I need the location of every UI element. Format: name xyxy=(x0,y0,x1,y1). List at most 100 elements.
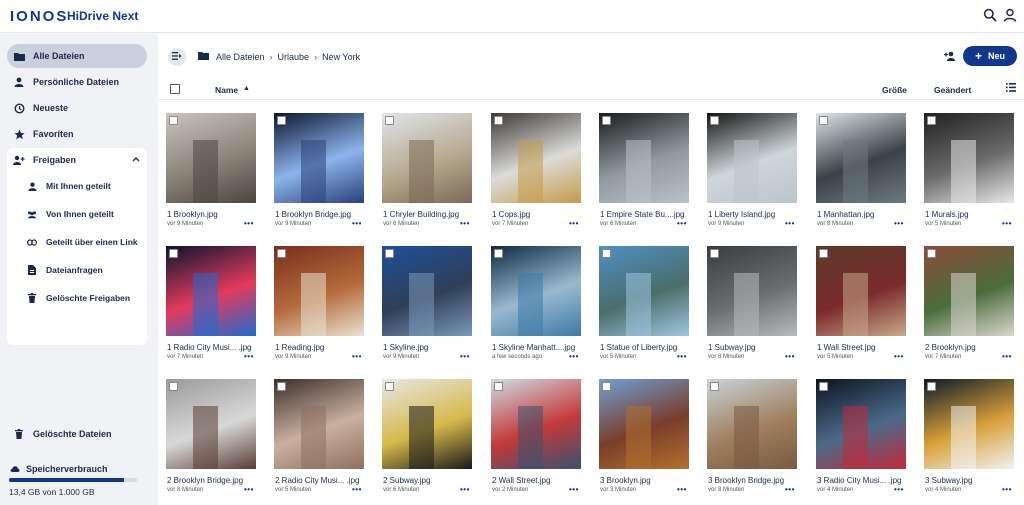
file-thumbnail[interactable] xyxy=(274,113,364,203)
breadcrumb-item[interactable]: New York xyxy=(322,52,360,62)
file-tile[interactable]: 1 Statue of Liberty.jpg vor 5 Minuten ••• xyxy=(591,246,690,368)
file-tile[interactable]: 2 Brooklyn Bridge.jpg vor 8 Minuten ••• xyxy=(158,379,257,501)
file-tile[interactable]: 3 Brooklyn Bridge.jpg vor 8 Minuten ••• xyxy=(699,379,797,501)
file-tile[interactable]: 1 Manhattan.jpg vor 8 Minuten ••• xyxy=(808,113,907,235)
file-name[interactable]: 1 Subway.jpg xyxy=(708,343,798,352)
file-thumbnail[interactable] xyxy=(166,113,256,203)
more-options-icon[interactable]: ••• xyxy=(569,485,579,494)
file-name[interactable]: 1 Statue of Liberty.jpg xyxy=(600,343,690,352)
sidebar-item-deleted-files[interactable]: Gelöschte Dateien xyxy=(7,422,147,446)
file-thumbnail[interactable] xyxy=(599,113,689,203)
file-thumbnail[interactable] xyxy=(816,113,906,203)
more-options-icon[interactable]: ••• xyxy=(352,219,362,228)
column-name[interactable]: Name xyxy=(215,85,238,95)
file-thumbnail[interactable] xyxy=(924,246,1014,336)
sort-ascending-icon[interactable]: ▲ xyxy=(243,85,250,92)
file-thumbnail[interactable] xyxy=(924,113,1014,203)
file-name[interactable]: 1 Brooklyn Bridge.jpg xyxy=(275,210,365,219)
column-modified[interactable]: Geändert xyxy=(934,85,971,95)
file-checkbox[interactable] xyxy=(385,249,394,258)
file-checkbox[interactable] xyxy=(169,116,178,125)
file-thumbnail[interactable] xyxy=(382,379,472,469)
ionos-logo[interactable]: IONOS xyxy=(10,8,68,25)
file-thumbnail[interactable] xyxy=(924,379,1014,469)
more-options-icon[interactable]: ••• xyxy=(460,352,470,361)
file-thumbnail[interactable] xyxy=(382,113,472,203)
new-button[interactable]: + Neu xyxy=(963,46,1017,66)
more-options-icon[interactable]: ••• xyxy=(785,352,795,361)
file-name[interactable]: 3 Subway.jpg xyxy=(925,476,1015,485)
file-name[interactable]: 1 Manhattan.jpg xyxy=(817,210,907,219)
chevron-up-icon[interactable] xyxy=(132,154,140,164)
more-options-icon[interactable]: ••• xyxy=(460,485,470,494)
sidebar-item-personal-files[interactable]: Persönliche Dateien xyxy=(7,70,147,94)
sidebar-item-shared-by-you[interactable]: Von Ihnen geteilt xyxy=(27,204,114,224)
file-name[interactable]: 3 Brooklyn.jpg xyxy=(600,476,690,485)
sidebar-item-shares[interactable]: Freigaben xyxy=(7,148,147,172)
file-thumbnail[interactable] xyxy=(707,113,797,203)
column-size[interactable]: Größe xyxy=(882,85,907,95)
file-checkbox[interactable] xyxy=(602,249,611,258)
file-checkbox[interactable] xyxy=(494,382,503,391)
file-tile[interactable]: 1 Brooklyn Bridge.jpg vor 9 Minuten ••• xyxy=(266,113,365,235)
file-checkbox[interactable] xyxy=(277,116,286,125)
file-name[interactable]: 1 Radio City Musi... .jpg xyxy=(167,343,257,352)
file-thumbnail[interactable] xyxy=(816,379,906,469)
file-thumbnail[interactable] xyxy=(274,246,364,336)
more-options-icon[interactable]: ••• xyxy=(677,219,687,228)
file-thumbnail[interactable] xyxy=(707,246,797,336)
file-checkbox[interactable] xyxy=(710,116,719,125)
file-name[interactable]: 1 Empire State Bu....jpg xyxy=(600,210,690,219)
more-options-icon[interactable]: ••• xyxy=(894,219,904,228)
file-thumbnail[interactable] xyxy=(491,379,581,469)
file-thumbnail[interactable] xyxy=(166,246,256,336)
file-tile[interactable]: 1 Chryler Building.jpg vor 6 Minuten ••• xyxy=(374,113,473,235)
share-add-person-icon[interactable] xyxy=(944,51,956,63)
file-checkbox[interactable] xyxy=(494,249,503,258)
more-options-icon[interactable]: ••• xyxy=(677,352,687,361)
file-thumbnail[interactable] xyxy=(382,246,472,336)
more-options-icon[interactable]: ••• xyxy=(460,219,470,228)
file-tile[interactable]: 3 Brooklyn.jpg vor 3 Minuten ••• xyxy=(591,379,690,501)
toggle-sidebar-button[interactable] xyxy=(168,48,186,66)
file-name[interactable]: 2 Wall Street.jpg xyxy=(492,476,582,485)
file-name[interactable]: 1 Chryler Building.jpg xyxy=(383,210,473,219)
file-checkbox[interactable] xyxy=(602,382,611,391)
file-tile[interactable]: 1 Liberty Island.jpg vor 9 Minuten ••• xyxy=(699,113,798,235)
file-checkbox[interactable] xyxy=(385,116,394,125)
file-checkbox[interactable] xyxy=(169,382,178,391)
file-checkbox[interactable] xyxy=(277,382,286,391)
file-name[interactable]: 2 Brooklyn.jpg xyxy=(925,343,1015,352)
file-name[interactable]: 2 Subway.jpg xyxy=(383,476,473,485)
sidebar-item-all-files[interactable]: Alle Dateien xyxy=(7,44,147,68)
file-thumbnail[interactable] xyxy=(166,379,256,469)
file-thumbnail[interactable] xyxy=(491,246,581,336)
file-checkbox[interactable] xyxy=(927,249,936,258)
more-options-icon[interactable]: ••• xyxy=(1002,352,1012,361)
file-name[interactable]: 1 Liberty Island.jpg xyxy=(708,210,798,219)
file-tile[interactable]: 2 Wall Street.jpg vor 2 Minuten ••• xyxy=(483,379,582,501)
sidebar-item-shared-via-link[interactable]: Geteilt über einen Link xyxy=(27,232,138,252)
file-name[interactable]: 1 Skyline Manhatt....jpg xyxy=(492,343,582,352)
more-options-icon[interactable]: ••• xyxy=(785,219,795,228)
more-options-icon[interactable]: ••• xyxy=(1002,219,1012,228)
file-checkbox[interactable] xyxy=(819,116,828,125)
more-options-icon[interactable]: ••• xyxy=(244,485,254,494)
file-name[interactable]: 1 Murals.jpg xyxy=(925,210,1015,219)
file-name[interactable]: 3 Radio City Musi... .jpg xyxy=(817,476,907,485)
file-tile[interactable]: 1 Radio City Musi... .jpg vor 7 Minuten ••… xyxy=(158,246,257,368)
file-tile[interactable]: 1 Reading.jpg vor 9 Minuten ••• xyxy=(266,246,365,368)
more-options-icon[interactable]: ••• xyxy=(785,485,795,494)
more-options-icon[interactable]: ••• xyxy=(677,485,687,494)
more-options-icon[interactable]: ••• xyxy=(244,352,254,361)
select-all-checkbox[interactable] xyxy=(170,84,180,94)
file-name[interactable]: 1 Cops.jpg xyxy=(492,210,582,219)
file-name[interactable]: 1 Reading.jpg xyxy=(275,343,365,352)
file-tile[interactable]: 1 Empire State Bu....jpg vor 6 Minuten ••• xyxy=(591,113,690,235)
file-checkbox[interactable] xyxy=(710,382,719,391)
more-options-icon[interactable]: ••• xyxy=(894,485,904,494)
file-checkbox[interactable] xyxy=(927,382,936,391)
file-checkbox[interactable] xyxy=(169,249,178,258)
file-checkbox[interactable] xyxy=(277,249,286,258)
file-name[interactable]: 2 Brooklyn Bridge.jpg xyxy=(167,476,257,485)
